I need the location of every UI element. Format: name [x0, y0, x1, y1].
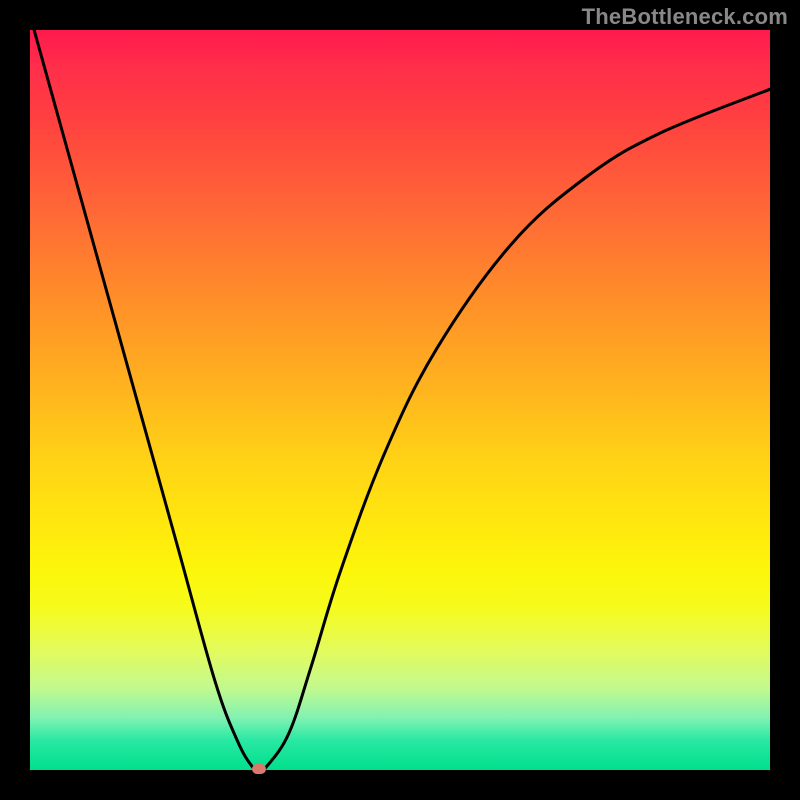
plot-area — [30, 30, 770, 770]
optimum-marker — [252, 764, 266, 774]
bottleneck-curve — [30, 30, 770, 770]
chart-container: TheBottleneck.com — [0, 0, 800, 800]
attribution-label: TheBottleneck.com — [582, 4, 788, 30]
